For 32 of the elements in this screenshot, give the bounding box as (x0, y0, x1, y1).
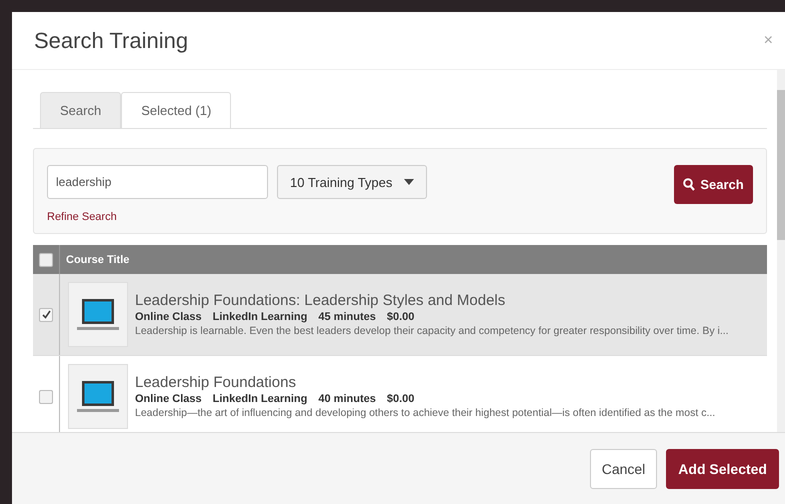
laptop-icon (77, 380, 119, 414)
search-field[interactable]: leadership (47, 165, 268, 199)
course-price: $0.00 (386, 393, 414, 405)
course-title[interactable]: Leadership Foundations: Leadership Styles and Models (135, 292, 729, 309)
tab[interactable]: Selected (1) (121, 92, 232, 128)
cancel-button[interactable]: Cancel (590, 448, 658, 488)
laptop-icon (77, 298, 119, 332)
checkbox[interactable] (39, 390, 53, 404)
course-title[interactable]: Leadership Foundations (135, 374, 716, 391)
course-duration: 40 minutes (318, 393, 376, 405)
course-provider: LinkedIn Learning (212, 311, 308, 323)
course-price: $0.00 (386, 311, 414, 323)
scrollbar[interactable] (777, 70, 785, 432)
training-types-dropdown[interactable]: 10 Training Types (277, 165, 427, 199)
course-duration: 45 minutes (318, 311, 376, 323)
tab[interactable]: Search (40, 92, 122, 128)
course-provider: LinkedIn Learning (212, 393, 308, 405)
dialog-title: Search Training (34, 28, 188, 54)
select-all-checkbox[interactable] (39, 252, 53, 266)
course-row[interactable] (33, 274, 767, 356)
column-header: Course Title (65, 254, 130, 266)
caret-icon (404, 179, 414, 185)
search-button[interactable]: Search (674, 165, 753, 204)
add-selected-button[interactable]: Add Selected (666, 448, 779, 488)
course-type: Online Class (135, 393, 202, 405)
search-icon (683, 178, 696, 191)
course-type: Online Class (135, 311, 202, 323)
course-description: Leadership is learnable. Even the best leaders develop their capacity and competency for greater responsibility over time. By i... (135, 325, 729, 337)
refine-search-link[interactable]: Refine Search (47, 211, 427, 223)
course-description: Leadership—the art of influencing and developing others to achieve their highest potential—is often identified as the most c... (135, 407, 716, 419)
checkbox[interactable] (39, 308, 53, 322)
scrollbar-thumb[interactable] (777, 90, 785, 240)
